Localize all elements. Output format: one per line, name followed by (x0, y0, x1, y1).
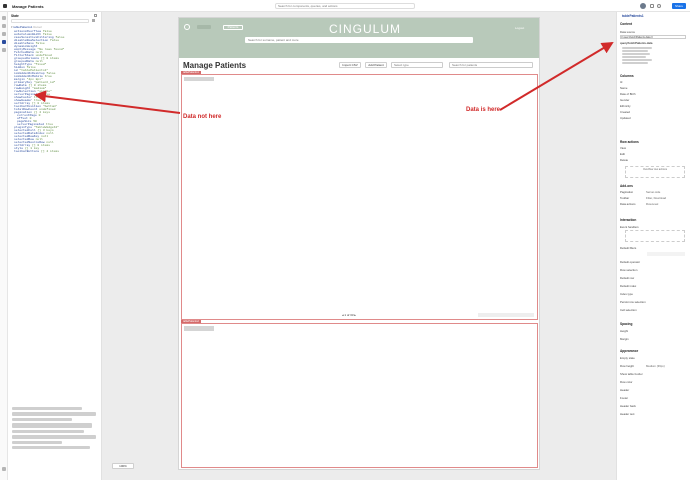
arrow-right (499, 41, 614, 111)
arrow-left (34, 90, 181, 114)
annotation-overlay (34, 41, 614, 114)
annotation-left: Data not here (183, 114, 222, 120)
annotation-right: Data is here (466, 107, 501, 113)
